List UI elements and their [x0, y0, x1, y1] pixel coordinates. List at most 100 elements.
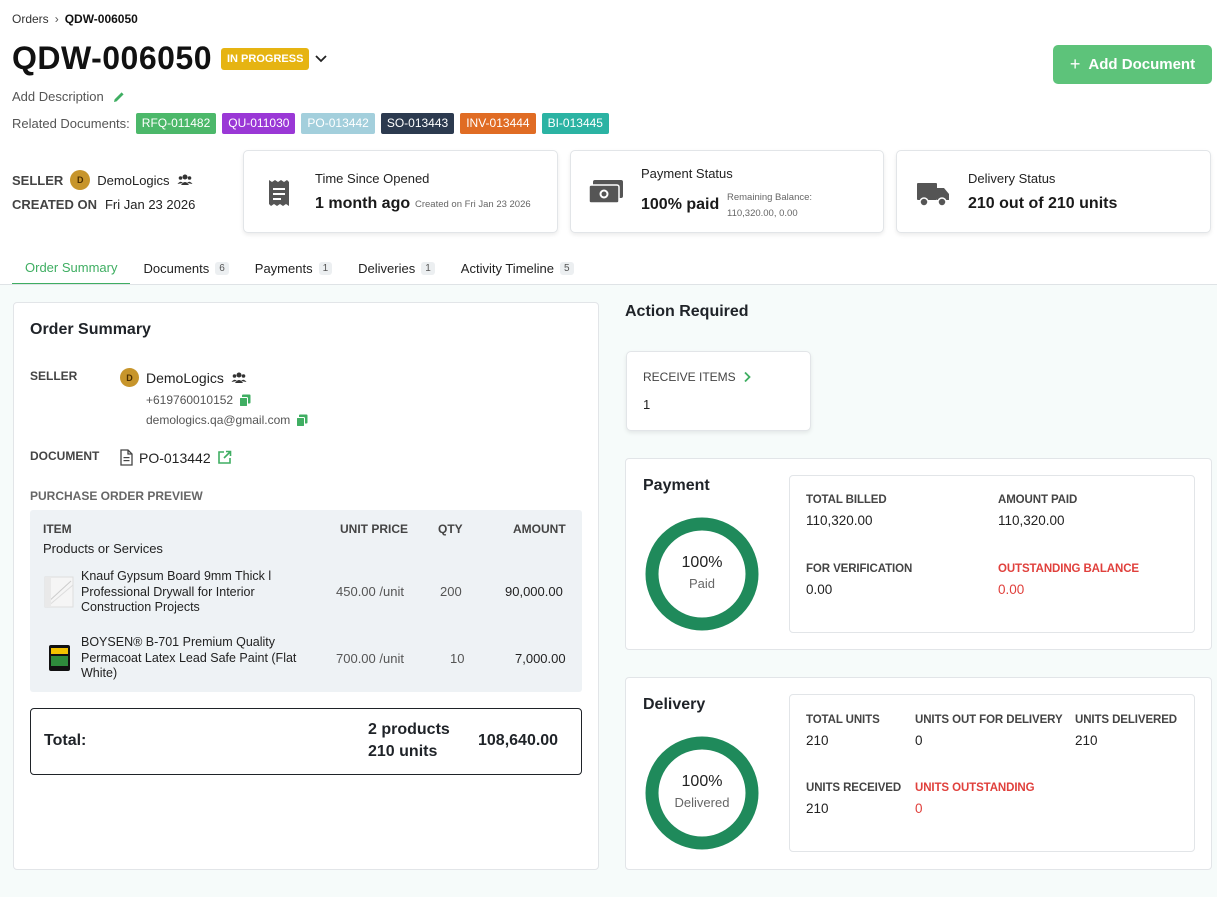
item-amount: 90,000.00 [505, 584, 563, 599]
tab-label: Deliveries [358, 261, 416, 276]
amount-paid-value: 110,320.00 [998, 513, 1065, 528]
delivery-ring-percent: 100% [681, 773, 723, 790]
pencil-icon[interactable] [112, 90, 126, 104]
remaining-balance-label: Remaining Balance: [727, 192, 813, 203]
related-doc-chip[interactable]: QU-011030 [222, 113, 296, 134]
order-summary-title: Order Summary [30, 321, 151, 338]
receive-items-card[interactable]: RECEIVE ITEMS 1 [626, 351, 811, 431]
tab-payments[interactable]: Payments 1 [242, 252, 345, 285]
tab-bar: Order Summary Documents 6 Payments 1 Deliv… [12, 252, 587, 285]
tab-order-summary[interactable]: Order Summary [12, 252, 131, 285]
tab-label: Order Summary [25, 260, 118, 275]
payment-ring-label: 100% Paid [645, 554, 759, 591]
breadcrumb: Orders › QDW-006050 [12, 12, 138, 26]
total-units-value: 210 [806, 733, 829, 748]
tab-count-badge: 6 [215, 262, 229, 275]
delivery-title: Delivery [643, 696, 706, 713]
total-amount: 108,640.00 [478, 732, 559, 749]
tab-count-badge: 5 [560, 262, 574, 275]
units-received-value: 210 [806, 801, 829, 816]
summary-seller-name[interactable]: DemoLogics [146, 370, 224, 386]
tab-count-badge: 1 [318, 262, 333, 275]
outstanding-balance-value: 0.00 [998, 582, 1025, 597]
item-qty: 10 [450, 651, 465, 666]
cash-icon [588, 180, 623, 204]
units-delivered-label: UNITS DELIVERED [1075, 714, 1178, 726]
delivery-ring-sub: Delivered [674, 795, 730, 810]
avatar: D [70, 170, 91, 190]
total-billed-label: TOTAL BILLED [806, 494, 887, 506]
related-doc-chip[interactable]: BI-013445 [541, 113, 609, 134]
related-documents-label: Related Documents: [12, 116, 130, 131]
for-verification-label: FOR VERIFICATION [806, 563, 913, 575]
truck-icon [917, 183, 949, 207]
status-badge[interactable]: IN PROGRESS [221, 48, 310, 70]
tab-activity-timeline[interactable]: Activity Timeline 5 [448, 252, 587, 285]
document-value: PO-013442 [139, 449, 211, 466]
outstanding-balance-label: OUTSTANDING BALANCE [998, 563, 1139, 575]
seller-phone: +619760010152 [146, 393, 234, 407]
add-document-label: Add Document [1088, 56, 1196, 73]
related-doc-chip[interactable]: INV-013444 [460, 113, 536, 134]
seller-email: demologics.qa@gmail.com [146, 413, 291, 427]
related-doc-chip[interactable]: PO-013442 [301, 113, 375, 134]
tab-documents[interactable]: Documents 6 [130, 252, 241, 285]
column-header-qty: QTY [438, 522, 463, 536]
item-name: Knauf Gypsum Board 9mm Thick l Professio… [81, 569, 272, 614]
tab-label: Activity Timeline [460, 261, 554, 276]
time-since-opened-card: Time Since Opened 1 month ago Created on… [243, 150, 558, 233]
add-description-label: Add Description [12, 89, 104, 104]
related-doc-chip[interactable]: RFQ-011482 [135, 113, 217, 134]
avatar: D [120, 368, 139, 387]
units-delivered-value: 210 [1075, 733, 1098, 748]
document-label: DOCUMENT [30, 449, 100, 463]
receive-items-count: 1 [643, 397, 651, 412]
created-info: CREATED ON Fri Jan 23 2026 [12, 197, 195, 212]
item-qty: 200 [440, 584, 462, 599]
related-doc-chip[interactable]: SO-013443 [380, 113, 455, 134]
chevron-down-icon[interactable] [313, 50, 329, 66]
plus-icon: + [1069, 54, 1081, 74]
delivery-status-value: 210 out of 210 units [968, 195, 1118, 212]
breadcrumb-orders-link[interactable]: Orders [12, 12, 49, 26]
preview-label: PURCHASE ORDER PREVIEW [30, 489, 203, 503]
total-label: Total: [44, 732, 87, 749]
item-unit-price: 700.00 /unit [336, 651, 404, 666]
add-description[interactable]: Add Description [12, 89, 126, 104]
time-since-opened-value: 1 month ago [315, 195, 411, 212]
remaining-balance-value: 110,320.00, 0.00 [727, 208, 798, 219]
column-header-unit-price: UNIT PRICE [340, 522, 409, 536]
delivery-status-card: Delivery Status 210 out of 210 units [896, 150, 1211, 233]
receive-items-header: RECEIVE ITEMS [643, 370, 752, 384]
delivery-ring-label: 100% Delivered [645, 773, 759, 810]
for-verification-value: 0.00 [806, 582, 833, 597]
payment-status-title: Payment Status [641, 166, 733, 181]
item-amount: 7,000.00 [515, 651, 566, 666]
summary-phone: +619760010152 [146, 393, 251, 407]
copy-icon[interactable] [296, 414, 308, 427]
total-units: 210 units [368, 743, 438, 760]
external-link-icon[interactable] [217, 450, 232, 465]
payment-ring-sub: Paid [688, 576, 716, 591]
document-icon [120, 449, 133, 466]
payment-status-card: Payment Status 100% paid Remaining Balan… [570, 150, 884, 233]
total-products: 2 products [368, 721, 450, 738]
team-icon [231, 372, 247, 383]
add-document-button[interactable]: + Add Document [1053, 45, 1212, 84]
created-value: Fri Jan 23 2026 [104, 197, 196, 212]
tab-deliveries[interactable]: Deliveries 1 [345, 252, 448, 285]
product-thumbnail [46, 643, 73, 673]
item-unit-price: 450.00 /unit [336, 584, 404, 599]
seller-info: SELLER D DemoLogics [12, 170, 193, 190]
seller-name[interactable]: DemoLogics [97, 173, 169, 188]
receive-items-label: RECEIVE ITEMS [643, 370, 736, 384]
created-label: CREATED ON [12, 197, 97, 212]
related-documents: Related Documents: RFQ-011482 QU-011030 … [12, 113, 609, 134]
time-since-opened-title: Time Since Opened [315, 171, 430, 186]
summary-document: PO-013442 [120, 449, 232, 466]
item-name: BOYSEN® B-701 Premium Quality Permacoat … [81, 635, 297, 680]
summary-seller: D DemoLogics [120, 368, 247, 387]
copy-icon[interactable] [239, 394, 251, 407]
time-since-opened-sub: Created on Fri Jan 23 2026 [415, 199, 531, 210]
payment-status-value: 100% paid [641, 196, 720, 213]
